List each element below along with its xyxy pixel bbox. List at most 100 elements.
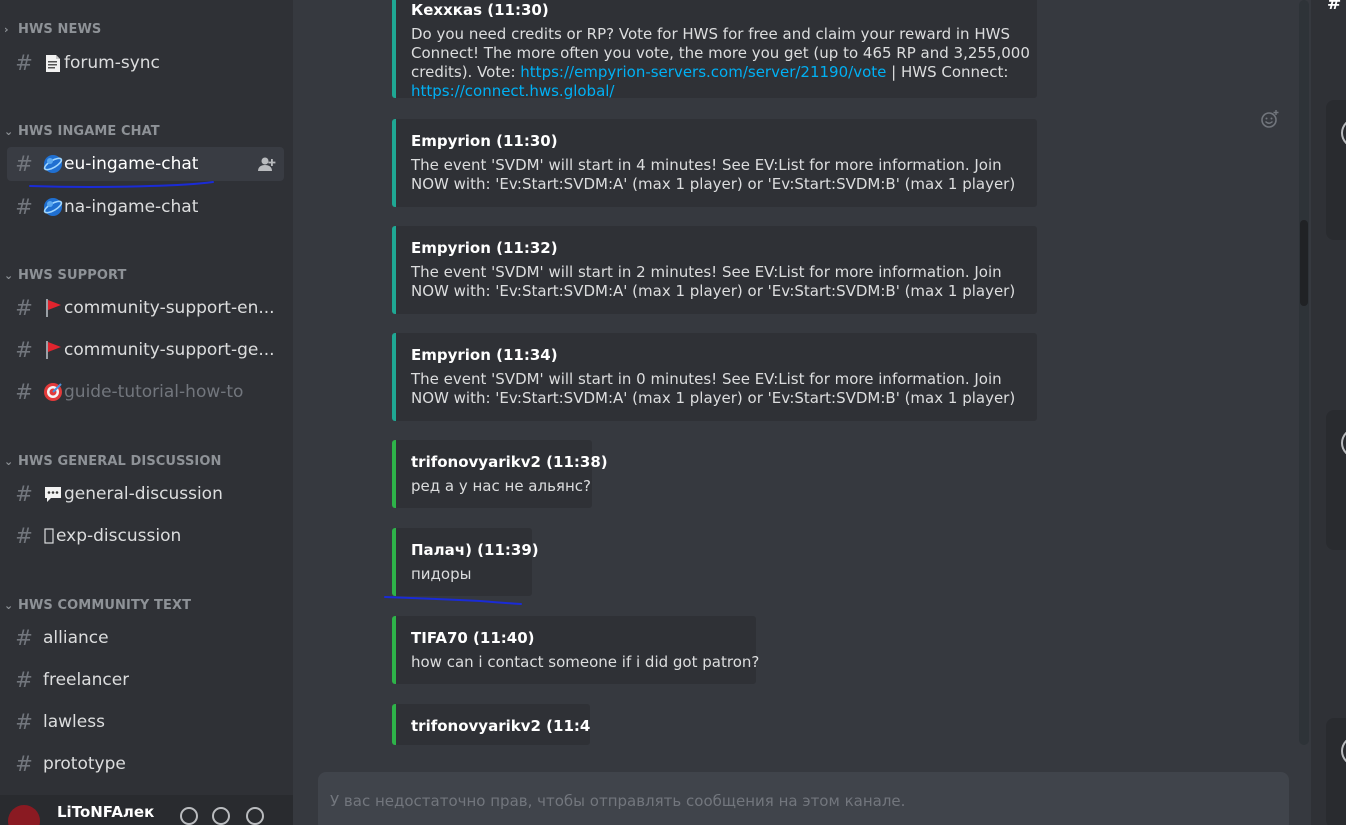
- member-list-strip: #: [1311, 0, 1346, 825]
- message-embed: Empyrion (11:34) The event 'SVDM' will s…: [392, 333, 1037, 421]
- chat-area: Кеххкаs (11:30) Do you need credits or R…: [293, 0, 1311, 825]
- message-body: пидоры: [411, 565, 518, 584]
- category-hws-general-discussion[interactable]: ⌄ HWS GENERAL DISCUSSION: [4, 451, 222, 471]
- channel-sidebar: › HWS NEWS # forum-sync ⌄ HWS INGAME CHA…: [0, 0, 293, 825]
- add-reaction-icon[interactable]: [1261, 110, 1279, 128]
- message-line: The event 'SVDM' will start in 2 minutes…: [411, 263, 1002, 281]
- user-panel: LiToNFAлек: [0, 795, 293, 825]
- message-line: Connect! The more often you vote, the mo…: [411, 44, 1030, 62]
- message-author-time: trifonovyarikv2 (11:38): [411, 453, 608, 471]
- channel-guide-tutorial-how-to[interactable]: # guide-tutorial-how-to: [7, 375, 284, 409]
- member-card[interactable]: [1326, 718, 1346, 825]
- message-body: The event 'SVDM' will start in 2 minutes…: [411, 263, 1023, 301]
- chevron-down-icon: ⌄: [4, 454, 14, 468]
- message-author-time: TIFA70 (11:40): [411, 629, 535, 647]
- channel-name: guide-tutorial-how-to: [64, 382, 244, 402]
- member-card[interactable]: [1326, 100, 1346, 240]
- hash-icon: #: [15, 296, 33, 320]
- hash-icon: #: [15, 524, 33, 548]
- hash-icon: #: [15, 380, 33, 404]
- message-composer: У вас недостаточно прав, чтобы отправлят…: [318, 772, 1289, 825]
- message-embed: trifonovyarikv2 (11:40): [392, 704, 590, 745]
- category-label: HWS NEWS: [18, 21, 102, 37]
- message-embed: Empyrion (11:32) The event 'SVDM' will s…: [392, 226, 1037, 314]
- channel-exp-discussion[interactable]: # exp-discussion: [7, 519, 284, 553]
- channel-prototype[interactable]: # prototype: [7, 747, 284, 781]
- channel-lawless[interactable]: # lawless: [7, 705, 284, 739]
- channel-name: na-ingame-chat: [64, 197, 199, 217]
- scrollbar-track[interactable]: [1299, 0, 1309, 745]
- avatar[interactable]: [8, 805, 40, 825]
- red-flag-icon: [43, 298, 63, 318]
- message-author-time: trifonovyarikv2 (11:40): [411, 717, 590, 735]
- channel-name: community-support-ge...: [64, 340, 275, 360]
- channel-alliance[interactable]: # alliance: [7, 621, 284, 655]
- message-line: The event 'SVDM' will start in 0 minutes…: [411, 370, 1002, 388]
- channel-name: forum-sync: [64, 53, 160, 73]
- category-hws-community-text[interactable]: ⌄ HWS COMMUNITY TEXT: [4, 595, 191, 615]
- category-hws-news[interactable]: › HWS NEWS: [4, 19, 101, 39]
- speech-bubble-icon: [43, 484, 63, 504]
- chevron-down-icon: ⌄: [4, 124, 14, 138]
- channel-na-ingame-chat[interactable]: # na-ingame-chat: [7, 190, 284, 224]
- hash-icon: #: [15, 710, 33, 734]
- message-line: NOW with: 'Ev:Start:SVDM:A' (max 1 playe…: [411, 282, 1016, 300]
- channel-name: eu-ingame-chat: [64, 154, 199, 174]
- hash-icon: #: [1327, 0, 1342, 14]
- hash-icon: #: [15, 626, 33, 650]
- message-line: how can i contact someone if i did got p…: [411, 653, 760, 671]
- channel-name: exp-discussion: [56, 526, 182, 546]
- message-embed: Empyrion (11:30) The event 'SVDM' will s…: [392, 119, 1037, 207]
- hash-icon: #: [15, 668, 33, 692]
- message-line: ред а у нас не альянс?: [411, 477, 591, 495]
- hws-connect-link[interactable]: https://connect.hws.global/: [411, 82, 615, 100]
- channel-name: freelancer: [43, 670, 130, 690]
- hash-icon: #: [15, 338, 33, 362]
- hash-icon: #: [15, 152, 33, 176]
- message-embed: Палач) (11:39) пидоры: [392, 528, 539, 596]
- message-author-time: Empyrion (11:34): [411, 346, 558, 364]
- message-body: ред а у нас не альянс?: [411, 477, 591, 496]
- planet-icon: [43, 197, 63, 217]
- message-line: NOW with: 'Ev:Start:SVDM:A' (max 1 playe…: [411, 175, 1016, 193]
- red-flag-icon: [43, 340, 63, 360]
- add-member-icon[interactable]: [256, 154, 276, 174]
- channel-eu-ingame-chat[interactable]: # eu-ingame-chat: [7, 147, 284, 181]
- channel-general-discussion[interactable]: # general-discussion: [7, 477, 284, 511]
- message-text: | HWS Connect:: [886, 63, 1009, 81]
- hash-icon: #: [15, 752, 33, 776]
- category-label: HWS INGAME CHAT: [18, 123, 160, 139]
- category-label: HWS SUPPORT: [18, 267, 127, 283]
- planet-icon: [43, 154, 63, 174]
- category-hws-support[interactable]: ⌄ HWS SUPPORT: [4, 265, 127, 285]
- settings-gear-icon[interactable]: [246, 807, 264, 825]
- message-author-time: Empyrion (11:32): [411, 239, 558, 257]
- category-label: HWS COMMUNITY TEXT: [18, 597, 192, 613]
- channel-name: general-discussion: [64, 484, 223, 504]
- message-author-time: Кеххкаs (11:30): [411, 1, 549, 19]
- chevron-down-icon: ⌄: [4, 268, 14, 282]
- message-body: Do you need credits or RP? Vote for HWS …: [411, 25, 1030, 101]
- message-line: credits). Vote: https://empyrion-servers…: [411, 63, 1023, 82]
- username: LiToNFAлек: [57, 803, 155, 821]
- channel-community-support-ge[interactable]: # community-support-ge...: [7, 333, 284, 367]
- channel-community-support-en[interactable]: # community-support-en...: [7, 291, 284, 325]
- microphone-icon[interactable]: [180, 807, 198, 825]
- message-embed: trifonovyarikv2 (11:38) ред а у нас не а…: [392, 440, 608, 508]
- channel-name: community-support-en...: [64, 298, 275, 318]
- headset-icon[interactable]: [212, 807, 230, 825]
- message-author-time: Empyrion (11:30): [411, 132, 558, 150]
- category-hws-ingame-chat[interactable]: ⌄ HWS INGAME CHAT: [4, 121, 160, 141]
- message-text: credits). Vote:: [411, 63, 521, 81]
- channel-forum-sync[interactable]: # forum-sync: [7, 46, 284, 80]
- vote-link[interactable]: https://empyrion-servers.com/server/2119…: [520, 63, 886, 81]
- composer-disabled-text: У вас недостаточно прав, чтобы отправлят…: [330, 792, 906, 810]
- member-card[interactable]: [1326, 410, 1346, 550]
- scrollbar-thumb[interactable]: [1300, 220, 1308, 306]
- target-icon: [43, 382, 63, 402]
- channel-freelancer[interactable]: # freelancer: [7, 663, 284, 697]
- message-embed: TIFA70 (11:40) how can i contact someone…: [392, 616, 760, 684]
- missing-glyph-icon: [43, 526, 55, 546]
- channel-name: alliance: [43, 628, 109, 648]
- message-line: The event 'SVDM' will start in 4 minutes…: [411, 156, 1002, 174]
